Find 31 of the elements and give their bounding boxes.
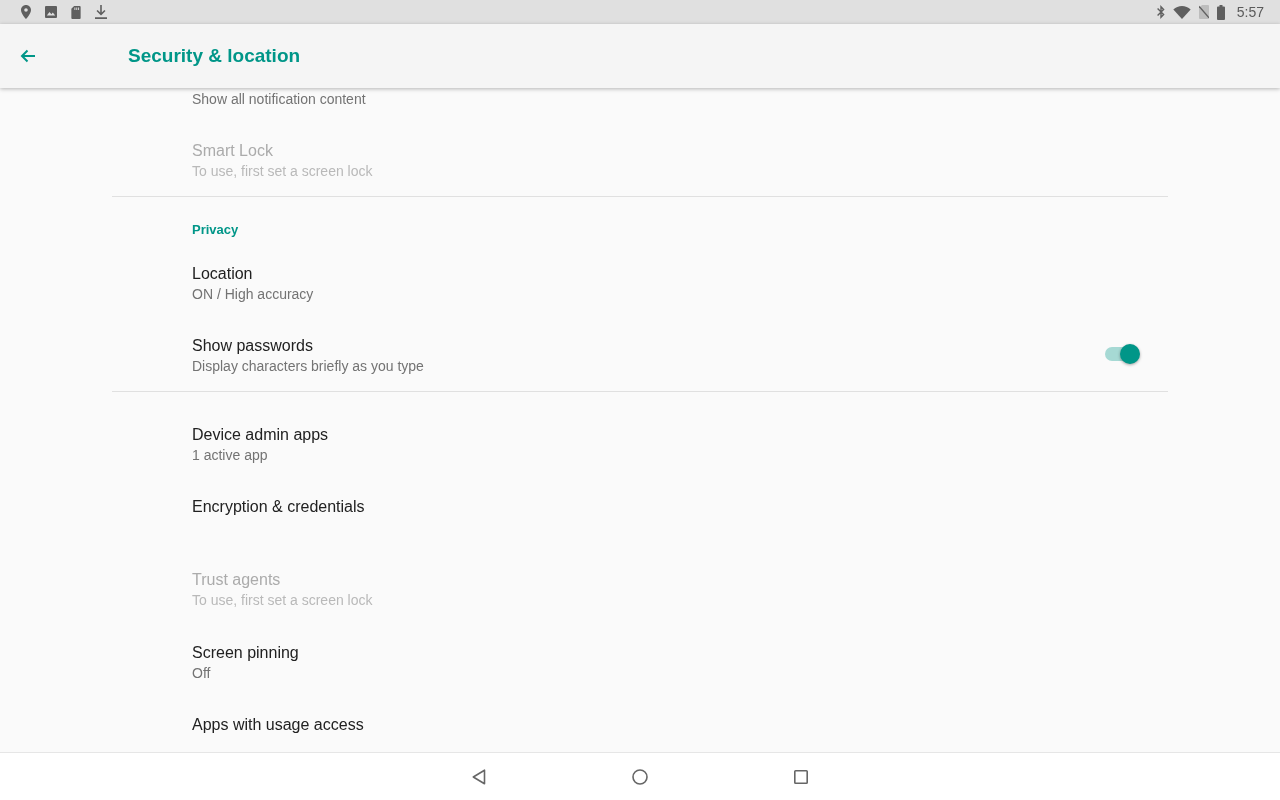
battery-icon [1216,4,1225,20]
setting-title[interactable]: Encryption & credentials [192,497,365,518]
setting-summary: 1 active app [192,445,269,465]
setting-title[interactable]: Screen pinning [192,642,299,663]
no-sim-icon [1198,5,1209,19]
setting-title[interactable]: Apps with usage access [192,715,364,736]
wifi-icon [1172,5,1191,19]
download-icon [95,5,107,19]
screen-title: Security & location [128,44,301,68]
setting-summary: Show all notification content [192,90,366,109]
image-icon [45,6,57,18]
setting-summary: Display characters briefly as you type [192,357,424,377]
setting-title[interactable]: Device admin apps [192,424,329,445]
sd-card-icon [71,5,81,19]
setting-title[interactable]: Location [192,263,314,284]
bluetooth-icon [1156,5,1165,19]
setting-summary: ON / High accuracy [192,284,314,304]
clock-time: 5:57 [1236,3,1264,22]
back-icon[interactable] [472,768,486,785]
toggle-switch[interactable] [1104,344,1140,365]
recents-icon[interactable] [794,769,808,784]
setting-summary: To use, first set a screen lock [192,590,373,610]
location-pin-icon [21,5,31,19]
setting-summary: Off [192,663,212,683]
setting-title: Smart Lock [192,141,274,161]
setting-summary: To use, first set a screen lock [192,162,373,181]
setting-title[interactable]: Show passwords [192,336,424,357]
section-heading: Privacy [192,220,239,239]
home-icon[interactable] [632,768,648,785]
setting-title: Trust agents [192,569,282,590]
back-arrow-icon[interactable] [20,49,36,63]
